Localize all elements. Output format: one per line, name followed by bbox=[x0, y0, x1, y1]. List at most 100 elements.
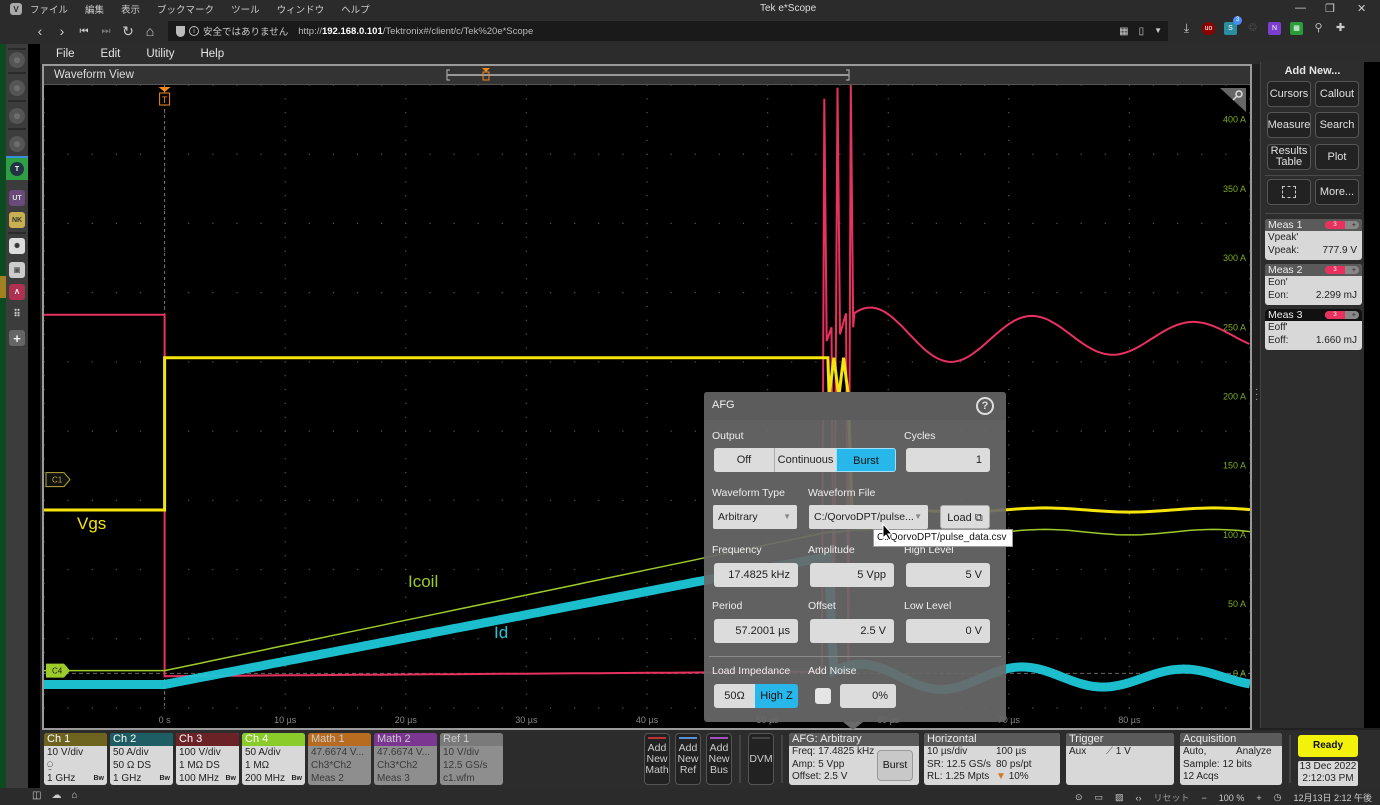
channel-badge-ch-2[interactable]: Ch 2 50 A/div 50 Ω DS 1 GHz Bw bbox=[110, 733, 173, 785]
panel-resize-handle[interactable]: · · · bbox=[1255, 385, 1258, 405]
more-button[interactable]: More... bbox=[1315, 179, 1359, 205]
add-new-bus-button[interactable]: Add New Bus bbox=[706, 733, 732, 785]
panel-nk-icon[interactable]: NK bbox=[9, 212, 25, 228]
panel-web-icon[interactable]: ◍ bbox=[9, 52, 25, 68]
zoom-corner-icon[interactable] bbox=[1220, 88, 1246, 112]
dropdown-icon[interactable]: ▼ bbox=[1154, 26, 1162, 37]
tektronix-panel-icon[interactable]: T bbox=[6, 158, 28, 180]
bookmark-icon[interactable]: ▯ bbox=[1139, 26, 1145, 37]
zoom-in-button[interactable]: + bbox=[1256, 793, 1261, 803]
download-icon[interactable]: ⤓ bbox=[1180, 22, 1193, 35]
panel-web-icon[interactable]: ◍ bbox=[9, 80, 25, 96]
code-icon[interactable]: ‹› bbox=[1136, 793, 1142, 803]
close-icon[interactable]: ✕ bbox=[1357, 2, 1366, 15]
channel-badge-ch-3[interactable]: Ch 3 100 V/div 1 MΩ DS 100 MHz Bw bbox=[176, 733, 239, 785]
image-icon[interactable]: ▨ bbox=[1115, 792, 1124, 803]
capture-icon[interactable]: ⊙ bbox=[1075, 792, 1083, 803]
browser-menu-file[interactable]: ファイル bbox=[30, 2, 68, 16]
add-new-ref-button[interactable]: Add New Ref bbox=[675, 733, 701, 785]
panel-web-icon[interactable]: ◍ bbox=[9, 136, 25, 152]
cycles-field[interactable]: 1 bbox=[906, 448, 990, 472]
channel-badge-math-1[interactable]: Math 1 47.6674 V... Ch3*Ch2 Meas 2 bbox=[308, 733, 371, 785]
channel-badge-ch-1[interactable]: Ch 1 10 V/div ⍜ 1 GHz Bw bbox=[44, 733, 107, 785]
browser-menu-help[interactable]: ヘルプ bbox=[341, 2, 370, 16]
dvm-button[interactable]: DVM bbox=[748, 733, 774, 785]
period-field[interactable]: 57.2001 µs bbox=[714, 619, 798, 643]
waveform-view[interactable]: Waveform View 0 s 10 µs 20 µs 30 µs 40 µs 50 … bbox=[42, 64, 1252, 730]
panel-toggle-icon[interactable]: ◫ bbox=[32, 790, 41, 801]
rewind-icon[interactable]: ⏮ bbox=[74, 26, 94, 37]
forward-icon[interactable]: › bbox=[52, 23, 72, 39]
puzzle-icon[interactable]: ✚ bbox=[1334, 22, 1347, 35]
panel-apps-icon[interactable]: ⠿ bbox=[9, 306, 25, 322]
waveform-type-dropdown[interactable]: Arbitrary ▼ bbox=[713, 505, 797, 529]
meas-1-badge[interactable]: Meas 1 3 + Vpeak' Vpeak: 777.9 V bbox=[1265, 219, 1362, 260]
add-new-math-button[interactable]: Add New Math bbox=[644, 733, 670, 785]
onenote-icon[interactable]: N bbox=[1268, 22, 1281, 35]
output-burst-button[interactable]: Burst bbox=[836, 448, 896, 472]
output-continuous-button[interactable]: Continuous bbox=[774, 448, 836, 472]
home-icon[interactable]: ⌂ bbox=[71, 790, 77, 801]
trigger-badge[interactable]: Trigger Aux ⟋ 1 V bbox=[1066, 733, 1174, 785]
fast-forward-icon[interactable]: ⏭ bbox=[96, 26, 116, 37]
tile-icon[interactable]: ▭ bbox=[1094, 792, 1103, 803]
menu-help[interactable]: Help bbox=[200, 48, 224, 60]
vivaldi-icon[interactable]: V bbox=[10, 3, 22, 15]
plot-button[interactable]: Plot bbox=[1315, 144, 1359, 170]
recycle-icon[interactable]: ♲ bbox=[1246, 22, 1259, 35]
add-panel-icon[interactable]: + bbox=[9, 330, 25, 346]
browser-menu-window[interactable]: ウィンドウ bbox=[277, 2, 325, 16]
info-icon[interactable]: i bbox=[189, 26, 199, 36]
frequency-field[interactable]: 17.4825 kHz bbox=[714, 563, 798, 587]
measure-button[interactable]: Measure bbox=[1267, 112, 1311, 138]
high-level-field[interactable]: 5 V bbox=[906, 563, 990, 587]
address-bar[interactable]: i 安全ではありません http://192.168.0.101/Tektron… bbox=[168, 21, 1168, 41]
browser-menu-tools[interactable]: ツール bbox=[231, 2, 260, 16]
meas-3-badge[interactable]: Meas 3 3 + Eoff' Eoff: 1.660 mJ bbox=[1265, 309, 1362, 350]
grid-extension-icon[interactable]: ▦ bbox=[1290, 22, 1303, 35]
impedance-high-z-button[interactable]: High Z bbox=[755, 684, 798, 708]
channel-badge-ref-1[interactable]: Ref 1 10 V/div 12.5 GS/s c1.wfm bbox=[440, 733, 503, 785]
home-icon[interactable]: ⌂ bbox=[140, 23, 160, 39]
qr-code-icon[interactable]: ▦ bbox=[1119, 26, 1128, 37]
waveform-file-dropdown[interactable]: C:/QorvoDPT/pulse... ▼ bbox=[809, 505, 928, 529]
cloud-icon[interactable]: ☁ bbox=[51, 790, 61, 801]
search-button[interactable]: Search bbox=[1315, 112, 1359, 138]
zoom-select-button[interactable] bbox=[1267, 179, 1311, 205]
sync-extension-icon[interactable]: S3 bbox=[1224, 16, 1242, 35]
reset-zoom-button[interactable]: リセット bbox=[1154, 791, 1190, 804]
horizontal-badge[interactable]: Horizontal 10 µs/div 100 µs SR: 12.5 GS/s… bbox=[924, 733, 1060, 785]
afg-burst-button[interactable]: Burst bbox=[877, 750, 913, 781]
results-table-button[interactable]: Results Table bbox=[1267, 144, 1311, 170]
ublock-icon[interactable]: uo bbox=[1202, 22, 1215, 35]
callout-button[interactable]: Callout bbox=[1315, 81, 1359, 107]
reload-icon[interactable]: ↻ bbox=[118, 23, 138, 40]
waveform-plot[interactable]: 0 s10 µs20 µs30 µs40 µs50 µs60 µs70 µs80… bbox=[44, 85, 1250, 728]
panel-vivaldi-icon[interactable]: Λ bbox=[9, 284, 25, 300]
cursors-button[interactable]: Cursors bbox=[1267, 81, 1311, 107]
menu-utility[interactable]: Utility bbox=[146, 48, 174, 60]
panel-ut-icon[interactable]: UT bbox=[9, 190, 25, 206]
meas-2-badge[interactable]: Meas 2 3 + Eon' Eon: 2.299 mJ bbox=[1265, 264, 1362, 305]
restore-icon[interactable]: ❐ bbox=[1325, 2, 1335, 15]
zoom-out-button[interactable]: − bbox=[1202, 793, 1207, 803]
menu-edit[interactable]: Edit bbox=[101, 48, 121, 60]
minimize-icon[interactable]: — bbox=[1295, 2, 1306, 14]
panel-web-icon[interactable]: ◍ bbox=[9, 108, 25, 124]
load-button[interactable]: Load ⧉ bbox=[940, 505, 990, 529]
help-icon[interactable]: ? bbox=[976, 397, 994, 415]
offset-field[interactable]: 2.5 V bbox=[810, 619, 894, 643]
noise-percent-field[interactable]: 0% bbox=[840, 684, 896, 708]
dropper-icon[interactable]: ⚲ bbox=[1312, 22, 1325, 35]
add-noise-checkbox[interactable] bbox=[815, 688, 831, 704]
browser-menu-edit[interactable]: 編集 bbox=[85, 2, 104, 16]
browser-menu-view[interactable]: 表示 bbox=[121, 2, 140, 16]
afg-dialog-header[interactable]: AFG ? bbox=[704, 392, 1006, 420]
afg-status-badge[interactable]: AFG: Arbitrary Freq: 17.4825 kHz Amp: 5 … bbox=[789, 733, 919, 785]
impedance-50-ohm-button[interactable]: 50Ω bbox=[714, 684, 755, 708]
channel-badge-ch-4[interactable]: Ch 4 50 A/div 1 MΩ 200 MHz Bw bbox=[242, 733, 305, 785]
menu-file[interactable]: File bbox=[56, 48, 75, 60]
back-icon[interactable]: ‹ bbox=[30, 23, 50, 39]
low-level-field[interactable]: 0 V bbox=[906, 619, 990, 643]
acquisition-badge[interactable]: Acquisition Auto, Analyze Sample: 12 bits… bbox=[1180, 733, 1282, 785]
